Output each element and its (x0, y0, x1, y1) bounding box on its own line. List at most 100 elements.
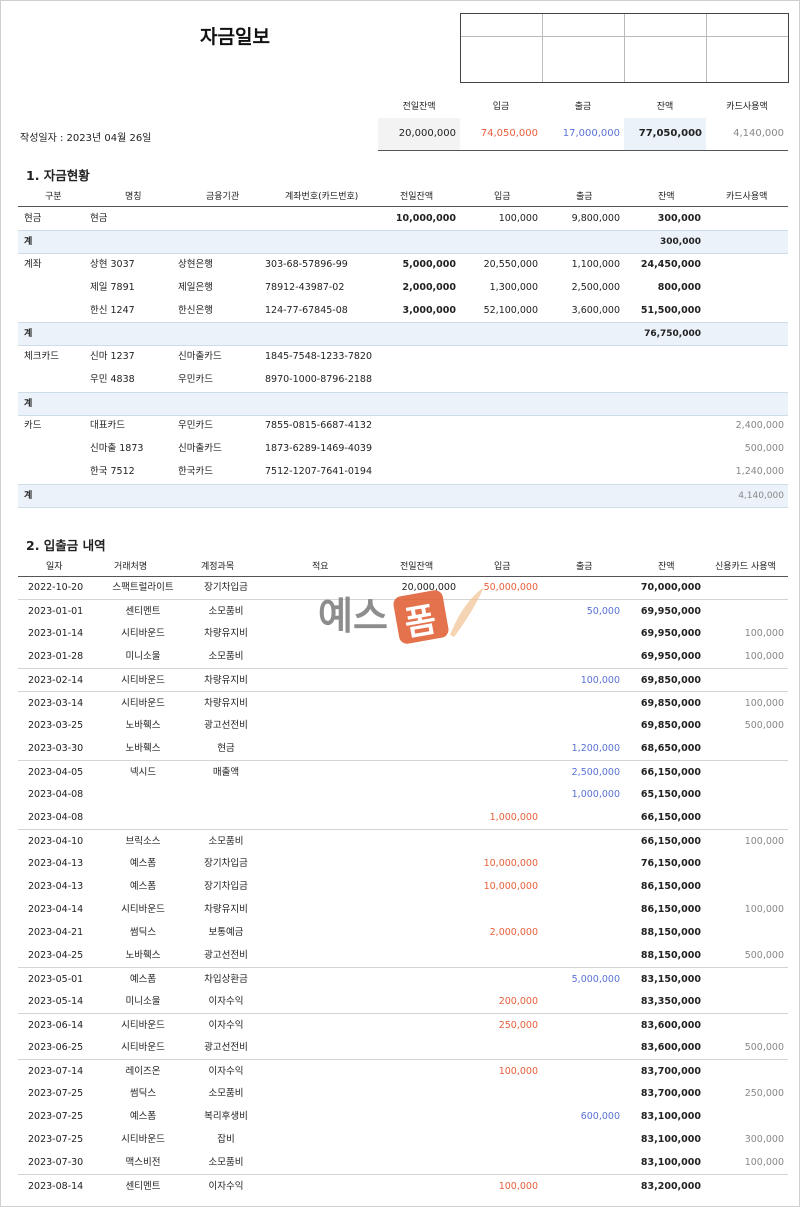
in-cell: 200,000 (498, 996, 538, 1007)
transaction-row: 2023-08-14 센티멘트 이자수익 100,000 83,200,000 (18, 1174, 788, 1198)
balance-cell: 83,200,000 (640, 1181, 701, 1192)
out-cell: 100,000 (580, 675, 620, 686)
balance-cell: 69,950,000 (640, 628, 701, 639)
card-row: 한국 7512 한국카드 7512-1207-7641-0194 1,240,000 (18, 460, 788, 483)
partner-cell: 센티멘트 (125, 1181, 161, 1192)
prev-cell: 2,000,000 (402, 282, 457, 293)
col-prev: 전일잔액 (400, 562, 434, 572)
account-cell: 소모품비 (208, 836, 244, 847)
partner-cell: 시티바운드 (121, 904, 165, 915)
date-cell: 2023-04-05 (28, 767, 84, 778)
transaction-row: 2023-05-01 예스폼 차입상환금 5,000,000 83,150,000 (18, 967, 788, 991)
partner-cell: 시티바운드 (121, 675, 165, 686)
transaction-row: 2023-04-21 썸딕스 보통예금 2,000,000 88,150,000 (18, 921, 788, 944)
prev-cell: 3,000,000 (402, 305, 457, 316)
account-row: 계좌 상현 3037 상현은행 303-68-57896-99 5,000,000 20,… (18, 253, 788, 276)
name-cell: 대표카드 (90, 420, 125, 431)
balance-cell: 300,000 (657, 213, 701, 224)
balance-cell: 76,150,000 (640, 858, 701, 869)
date-cell: 2023-01-01 (28, 606, 84, 617)
transaction-row: 2023-07-25 예스폼 복리후생비 600,000 83,100,000 (18, 1105, 788, 1128)
account-cell: 차량유지비 (204, 675, 248, 686)
in-cell: 10,000,000 (483, 858, 538, 869)
subtotal-balance: 300,000 (660, 237, 701, 247)
col-balance: 잔액 (658, 192, 675, 202)
partner-cell: 예스폼 (129, 974, 157, 985)
account-cell: 장기차입금 (204, 582, 248, 593)
balance-cell: 65,150,000 (640, 789, 701, 800)
prev-cell: 10,000,000 (395, 213, 456, 224)
cash-row: 현금 현금 10,000,000 100,000 9,800,000 300,000 (18, 207, 788, 230)
type-cell: 카드 (24, 420, 42, 431)
balance-cell: 83,600,000 (640, 1020, 701, 1031)
date-cell: 2023-07-25 (28, 1111, 84, 1122)
date-cell: 2023-04-14 (28, 904, 84, 915)
summary-out: 17,000,000 (562, 128, 620, 139)
summary-header-cell: 입금 (492, 102, 510, 112)
subtotal-label: 계 (24, 399, 33, 409)
date-cell: 2023-04-13 (28, 858, 84, 869)
account-cell: 현금 (217, 743, 235, 754)
col-partner: 거래처명 (114, 562, 148, 572)
account-cell: 복리후생비 (204, 1111, 248, 1122)
balance-cell: 88,150,000 (640, 950, 701, 961)
balance-cell: 83,600,000 (640, 1042, 701, 1053)
col-date: 일자 (46, 562, 63, 572)
account-cell: 이자수익 (208, 1066, 244, 1077)
partner-cell: 브릭소스 (125, 836, 161, 847)
credit-card-cell: 100,000 (744, 904, 784, 915)
balance-cell: 83,100,000 (640, 1157, 701, 1168)
balance-cell: 66,150,000 (640, 812, 701, 823)
credit-card-cell: 100,000 (744, 628, 784, 639)
account-row: 한신 1247 한신은행 124-77-67845-08 3,000,000 52,10… (18, 299, 788, 322)
col-type: 구분 (45, 192, 62, 202)
account-cell: 이자수익 (208, 996, 244, 1007)
account-no-cell: 78912-43987-02 (265, 282, 345, 293)
date-cell: 2023-03-25 (28, 720, 84, 731)
in-cell: 100,000 (498, 1066, 538, 1077)
summary-balance: 77,050,000 (624, 118, 706, 150)
transaction-row: 2023-07-30 맥스비전 소모품비 83,100,000 100,000 (18, 1151, 788, 1174)
date-cell: 2023-04-08 (28, 812, 84, 823)
account-cell: 광고선전비 (204, 950, 248, 961)
subtotal-card-use: 4,140,000 (738, 491, 784, 501)
transaction-row: 2023-04-08 1,000,000 66,150,000 (18, 806, 788, 829)
summary-prev: 20,000,000 (378, 118, 460, 150)
balance-cell: 83,700,000 (640, 1066, 701, 1077)
document-title: 자금일보 (200, 26, 270, 48)
name-cell: 신마출 1873 (90, 443, 144, 454)
out-cell: 1,200,000 (571, 743, 620, 754)
in-cell: 100,000 (498, 213, 538, 224)
credit-card-cell: 100,000 (744, 651, 784, 662)
balance-cell: 51,500,000 (640, 305, 701, 316)
transaction-row: 2023-06-14 시티바운드 이자수익 250,000 83,600,000 (18, 1013, 788, 1037)
balance-cell: 66,150,000 (640, 836, 701, 847)
account-cell: 광고선전비 (204, 720, 248, 731)
account-no-cell: 124-77-67845-08 (265, 305, 348, 316)
out-cell: 3,600,000 (571, 305, 620, 316)
balance-cell: 69,950,000 (640, 606, 701, 617)
col-in: 입금 (494, 562, 511, 572)
partner-cell: 예스폼 (129, 881, 157, 892)
col-in: 입금 (494, 192, 511, 202)
out-cell: 1,000,000 (571, 789, 620, 800)
col-credit-card: 신용카드 사용액 (715, 562, 776, 572)
credit-card-cell: 500,000 (744, 720, 784, 731)
partner-cell: 노바훽스 (125, 720, 161, 731)
credit-card-cell: 300,000 (744, 1134, 784, 1145)
transaction-row: 2023-04-13 예스폼 장기차입금 10,000,000 86,150,000 (18, 875, 788, 898)
bank-cell: 신마출카드 (178, 443, 222, 454)
summary-header-cell: 잔액 (656, 102, 674, 112)
out-cell: 2,500,000 (571, 282, 620, 293)
date-label: 작성일자 : 2023년 04월 26일 (20, 133, 152, 144)
transaction-row: 2023-04-10 브릭소스 소모품비 66,150,000 100,000 (18, 829, 788, 853)
date-cell: 2023-04-21 (28, 927, 84, 938)
partner-cell: 스팩트럴라이트 (112, 582, 174, 593)
transaction-row: 2023-01-28 미니소울 소모품비 69,950,000 100,000 (18, 645, 788, 668)
type-cell: 계좌 (24, 259, 42, 270)
name-cell: 상현 3037 (90, 259, 135, 270)
balance-cell: 69,850,000 (640, 675, 701, 686)
date-cell: 2022-10-20 (28, 582, 84, 593)
balance-cell: 69,850,000 (640, 720, 701, 731)
summary-header-cell: 출금 (574, 102, 592, 112)
